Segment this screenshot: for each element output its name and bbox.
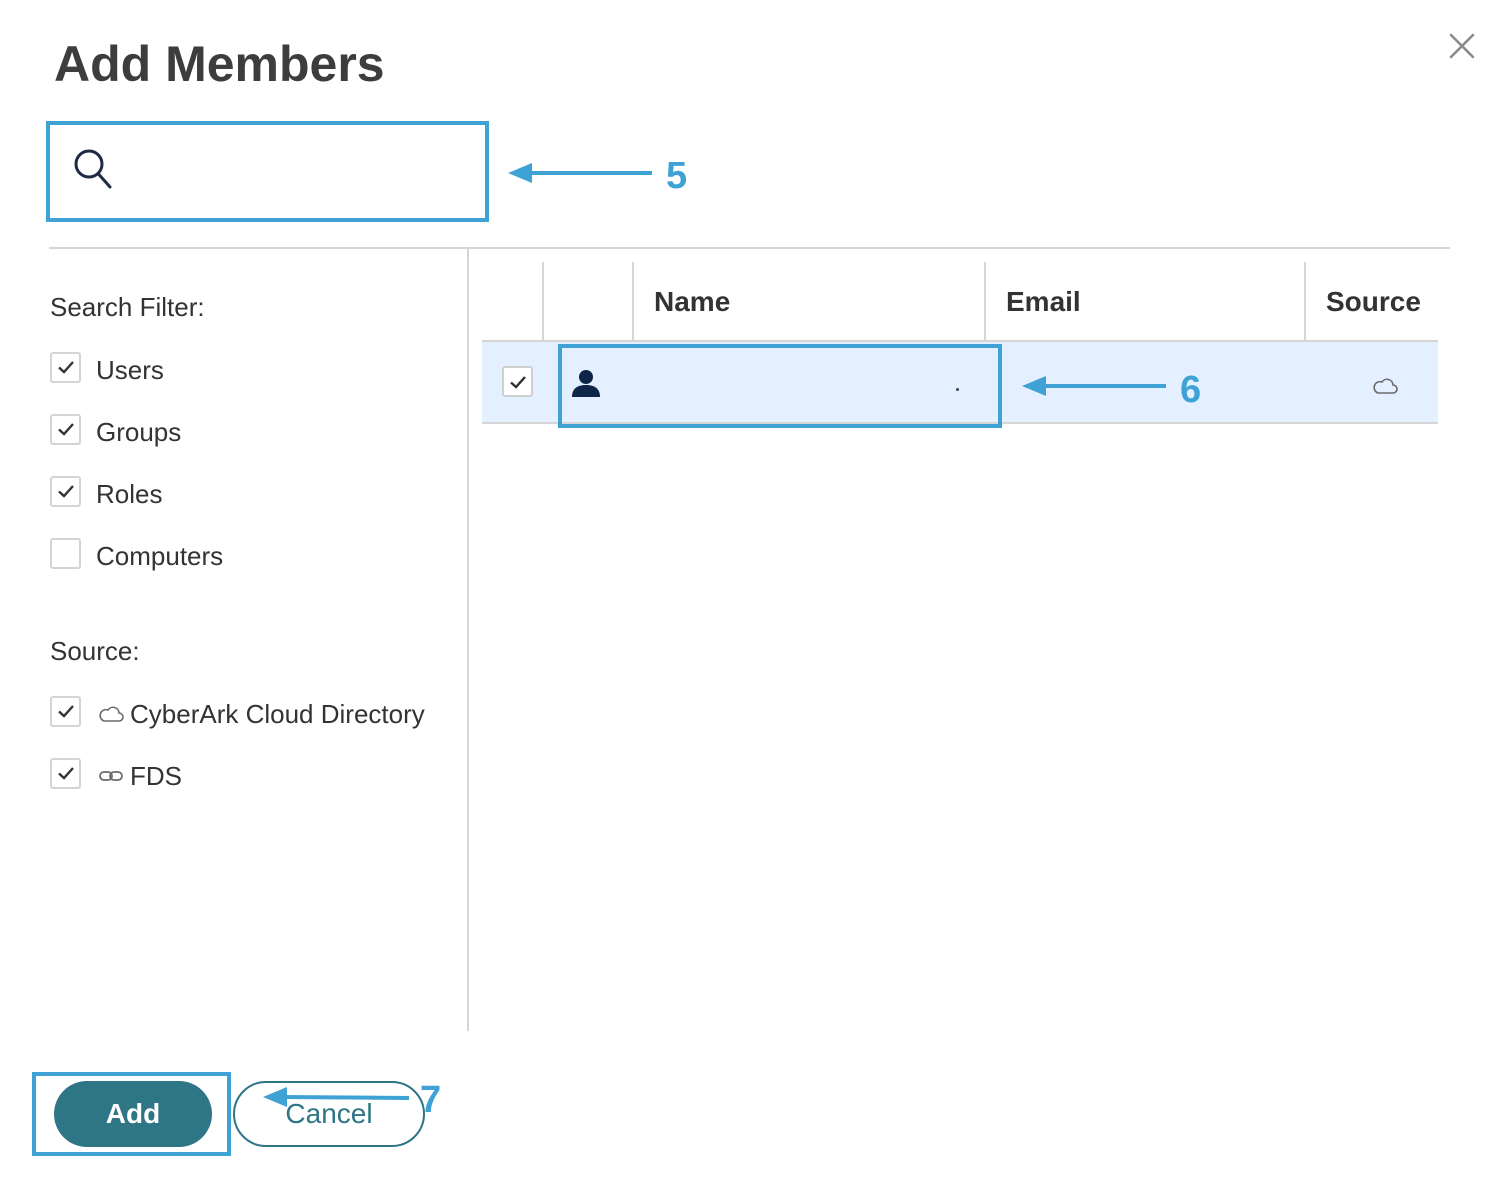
panel-divider — [467, 249, 469, 1031]
checkmark-icon — [57, 767, 74, 780]
column-separator — [984, 262, 986, 342]
column-separator — [542, 262, 544, 342]
column-header-email[interactable]: Email — [1006, 286, 1081, 318]
cyberark-cloud-directory-checkbox[interactable] — [50, 695, 81, 727]
search-icon — [74, 149, 112, 189]
close-icon — [1449, 33, 1475, 59]
dialog-title: Add Members — [54, 36, 385, 92]
header-divider — [49, 247, 1450, 249]
column-separator — [632, 262, 634, 342]
checkmark-icon — [57, 361, 74, 374]
column-header-name[interactable]: Name — [654, 286, 730, 318]
checkmark-icon — [57, 705, 74, 718]
fds-label: FDS — [130, 760, 182, 791]
callout-number-7: 7 — [420, 1079, 442, 1121]
members-grid: Name Email Source — [482, 262, 1438, 428]
users-checkbox[interactable] — [50, 351, 81, 383]
grid-header: Name Email Source — [482, 262, 1438, 342]
checkmark-icon — [509, 375, 526, 389]
filter-roles[interactable]: Roles — [50, 474, 162, 514]
link-icon — [99, 771, 123, 781]
add-button[interactable]: Add — [54, 1081, 212, 1147]
cyberark-cloud-directory-label: CyberArk Cloud Directory — [130, 698, 425, 729]
source-heading: Source: — [50, 636, 140, 666]
fds-checkbox[interactable] — [50, 757, 81, 789]
close-button[interactable] — [1444, 28, 1480, 64]
checkmark-icon — [57, 423, 74, 436]
callout-number-6: 6 — [1180, 369, 1202, 411]
column-separator — [1304, 262, 1306, 342]
filter-roles-label: Roles — [96, 478, 163, 509]
source-cyberark-cloud-directory[interactable]: CyberArk Cloud Directory — [50, 694, 425, 734]
row-checkbox[interactable] — [502, 366, 533, 397]
search-box[interactable] — [46, 121, 489, 222]
filter-computers-label: Computers — [96, 540, 224, 571]
table-row[interactable] — [482, 342, 1438, 428]
callout-arrow-5 — [508, 163, 652, 183]
roles-checkbox[interactable] — [50, 475, 81, 507]
cloud-icon — [1373, 378, 1398, 394]
callout-arrow-7 — [263, 1087, 410, 1107]
callout-number-5: 5 — [666, 155, 688, 197]
computers-checkbox[interactable] — [50, 537, 81, 569]
search-input[interactable] — [130, 141, 470, 201]
filter-computers[interactable]: Computers — [50, 536, 223, 576]
callout-arrow-6 — [1022, 376, 1166, 396]
filter-users[interactable]: Users — [50, 350, 164, 390]
cloud-icon — [99, 706, 124, 722]
groups-checkbox[interactable] — [50, 413, 81, 445]
filter-groups[interactable]: Groups — [50, 412, 181, 452]
filter-groups-label: Groups — [96, 416, 182, 447]
search-filter-heading: Search Filter: — [50, 292, 205, 322]
source-fds[interactable]: FDS — [50, 756, 182, 796]
filter-users-label: Users — [96, 354, 164, 385]
checkmark-icon — [57, 485, 74, 498]
column-header-source[interactable]: Source — [1326, 286, 1421, 318]
name-cell-highlight — [558, 344, 1002, 428]
